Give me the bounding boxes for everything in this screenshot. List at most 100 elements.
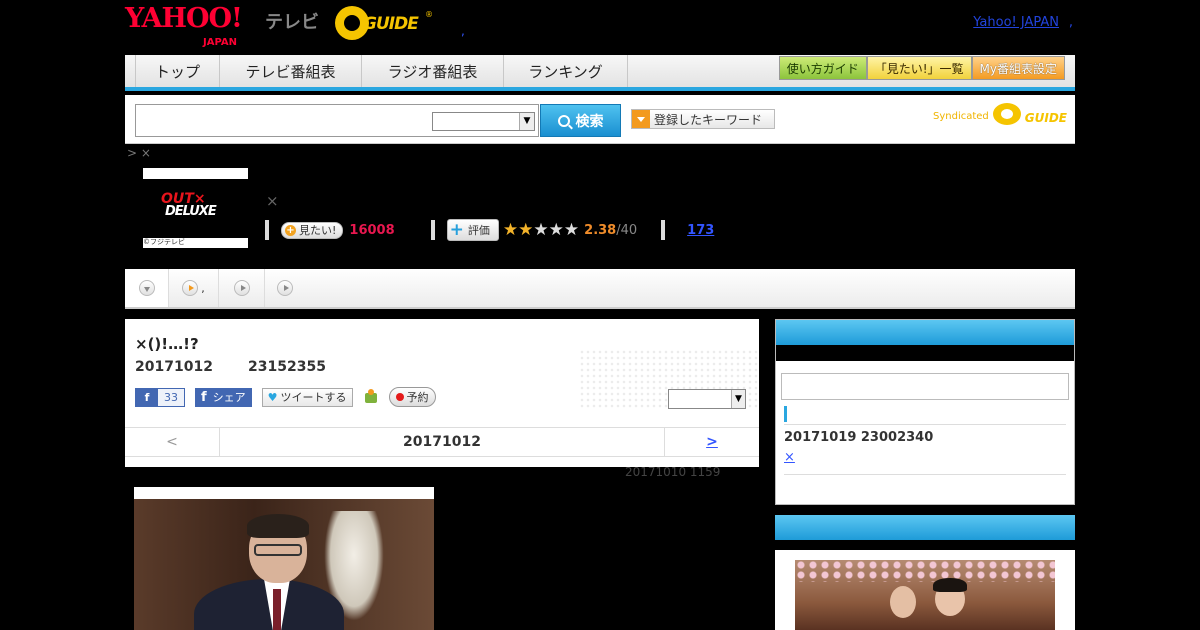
- rating-stars: ★ ★ ★ ★ ★: [502, 219, 580, 240]
- dropdown-arrow-icon: ▼: [731, 390, 745, 408]
- tab-2-label: ,: [201, 281, 205, 295]
- play-icon: [233, 280, 250, 296]
- reserve-button[interactable]: 予約: [388, 387, 436, 407]
- play-icon: [182, 280, 199, 296]
- gguide-logo-text: GUIDE: [363, 14, 419, 34]
- star-icon: ★: [563, 219, 580, 240]
- episode-navigation: < 20171012 >: [125, 427, 759, 457]
- yahoo-logo-sub: JAPAN: [203, 37, 237, 48]
- sidebar-box-band: [775, 540, 1075, 550]
- dropdown-arrow-icon: ▼: [519, 113, 534, 130]
- star-icon: ★: [502, 219, 519, 240]
- want-to-watch-button[interactable]: + 見たい!: [281, 221, 344, 239]
- nav-tab-ranking[interactable]: ランキング: [504, 55, 628, 87]
- divider: [430, 220, 435, 240]
- facebook-share-button[interactable]: f シェア: [195, 387, 252, 407]
- reserve-label: 予約: [406, 391, 429, 404]
- divider: [265, 220, 269, 240]
- sidebar-schedule-text: 20171019 23002340: [784, 430, 934, 445]
- sidebar-image[interactable]: [795, 550, 1055, 630]
- nav-right-buttons: 使い方ガイド 「見たい!」一覧 My番組表設定: [778, 56, 1065, 80]
- want-label: 見たい!: [299, 224, 337, 237]
- gguide-logo[interactable]: GUIDE ®: [335, 6, 433, 40]
- tab-4[interactable]: [265, 269, 305, 307]
- social-buttons: f 33 f シェア ♥ ツイートする 予約: [135, 387, 436, 407]
- breadcrumb[interactable]: > ×: [127, 146, 151, 160]
- nav-tab-tv-schedule[interactable]: テレビ番組表: [220, 55, 362, 87]
- close-icon[interactable]: ×: [266, 192, 279, 210]
- syndicated-logo-text: GUIDE: [1024, 111, 1067, 125]
- yahoo-logo[interactable]: YAHOO! JAPAN: [125, 5, 243, 48]
- sidebar-box-header: [775, 515, 1075, 540]
- mixi-icon[interactable]: [363, 389, 379, 405]
- program-tabstrip: ,: [125, 269, 1075, 309]
- facebook-share-label: シェア: [212, 391, 246, 404]
- rating-value: 2.38: [584, 222, 617, 238]
- syndicated-label: Syndicated: [933, 111, 989, 122]
- episode-action-select[interactable]: ▼: [668, 389, 746, 409]
- site-header: YAHOO! JAPAN テレビ GUIDE ® , Yahoo! JAPAN …: [125, 0, 1075, 55]
- facebook-like-button[interactable]: f 33: [135, 387, 185, 407]
- tweet-button[interactable]: ♥ ツイートする: [261, 387, 353, 407]
- divider: [784, 474, 1066, 475]
- guide-button[interactable]: 使い方ガイド: [778, 56, 867, 80]
- search-category-select[interactable]: ▼: [432, 112, 535, 131]
- record-dot-icon: [395, 393, 404, 401]
- rate-label: 評価: [467, 224, 490, 237]
- nav-tab-radio-schedule[interactable]: ラジオ番組表: [362, 55, 504, 87]
- star-icon: ★: [533, 219, 549, 240]
- rating-max: /40: [616, 222, 638, 238]
- tweet-label: ツイートする: [280, 391, 347, 404]
- program-stats: + 見たい! 16008 + 評価 ★ ★ ★ ★ ★ 2.38 /40 173: [265, 219, 714, 241]
- divider: [661, 220, 666, 240]
- sidebar-box-header: [776, 320, 1074, 345]
- episode-panel: ×()!…!? 20171012 23152355 f 33 f シェア ♥ ツ…: [125, 319, 759, 467]
- rate-button[interactable]: + 評価: [446, 219, 499, 241]
- sidebar-image-box: [775, 515, 1075, 630]
- search-button[interactable]: 検索: [540, 104, 621, 137]
- sidebar-schedule-box: 20171019 23002340 ×: [775, 319, 1075, 505]
- facebook-icon: f: [136, 388, 158, 406]
- sidebar-search-input[interactable]: [781, 373, 1069, 400]
- current-episode-date: 20171012: [403, 434, 481, 450]
- saved-keywords-button[interactable]: 登録したキーワード: [631, 109, 775, 129]
- sidebar-image-flowers: [795, 560, 1055, 582]
- search-button-label: 検索: [575, 113, 604, 130]
- program-thumbnail[interactable]: OUT× DELUXE ©フジテレビ: [143, 168, 248, 248]
- my-schedule-button[interactable]: My番組表設定: [971, 56, 1065, 80]
- sidebar-close-link[interactable]: ×: [784, 450, 795, 465]
- thumb-copyright: ©フジテレビ: [143, 238, 185, 246]
- image-tie: [273, 589, 281, 630]
- star-icon: ★: [548, 219, 564, 240]
- search-icon: [557, 114, 570, 127]
- episode-title: ×()!…!?: [135, 335, 199, 353]
- next-episode-link[interactable]: >: [664, 428, 759, 456]
- chevron-down-icon: [138, 280, 155, 296]
- tab-overview[interactable]: [125, 269, 169, 307]
- want-count: 16008: [349, 222, 395, 238]
- tab-2[interactable]: ,: [169, 269, 219, 307]
- nav-tab-top[interactable]: トップ: [136, 55, 220, 87]
- tab-3[interactable]: [219, 269, 265, 307]
- gguide-g-icon: [992, 103, 1021, 125]
- sidebar-image-person: [890, 586, 916, 618]
- updated-timestamp: 20171010 1159: [625, 465, 721, 479]
- registered-mark: ®: [425, 10, 433, 19]
- image-hair: [247, 514, 309, 538]
- page: YAHOO! JAPAN テレビ GUIDE ® , Yahoo! JAPAN …: [0, 0, 1200, 630]
- section-marker: [784, 406, 787, 422]
- episode-image: [134, 487, 434, 630]
- star-icon: ★: [518, 219, 534, 240]
- want-list-button[interactable]: 「見たい!」一覧: [866, 56, 972, 80]
- yahoo-japan-link[interactable]: Yahoo! JAPAN: [973, 15, 1059, 30]
- syndicated-logo: Syndicated GUIDE: [933, 103, 1067, 125]
- image-glasses: [254, 544, 302, 556]
- yahoo-link-separator: ,: [1068, 15, 1073, 30]
- twitter-icon: ♥: [267, 390, 278, 404]
- tv-label[interactable]: テレビ: [265, 8, 319, 34]
- program-logo-bottom: DELUXE: [165, 204, 217, 219]
- prev-episode-button[interactable]: <: [125, 428, 220, 456]
- review-count-link[interactable]: 173: [687, 223, 714, 238]
- main-navbar: トップ テレビ番組表 ラジオ番組表 ランキング 使い方ガイド 「見たい!」一覧 …: [125, 55, 1075, 91]
- header-dot: ,: [461, 24, 465, 38]
